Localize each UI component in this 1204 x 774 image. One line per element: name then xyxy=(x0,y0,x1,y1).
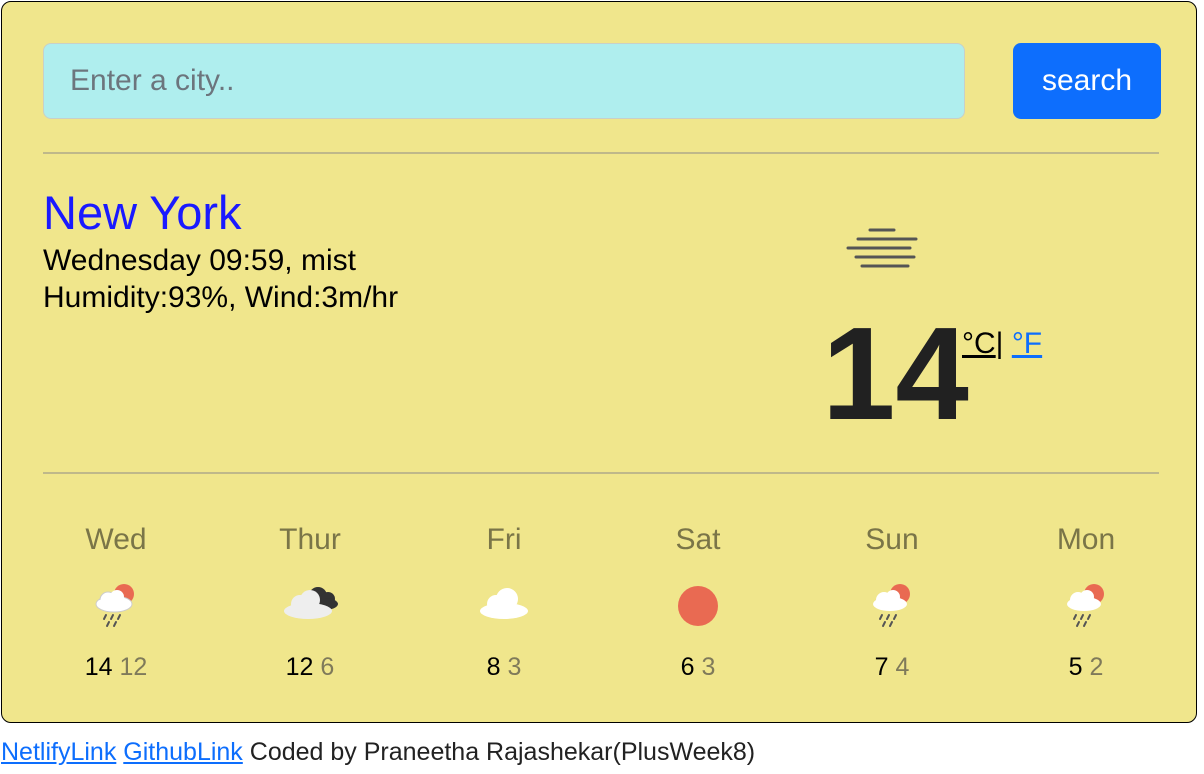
city-search-input[interactable] xyxy=(43,43,965,119)
forecast-day-name: Sun xyxy=(865,523,919,556)
forecast-day-name: Fri xyxy=(486,523,522,556)
netlify-link[interactable]: NetlifyLink xyxy=(1,738,116,766)
forecast-day-name: Mon xyxy=(1056,523,1116,556)
humidity-wind: Humidity:93%, Wind:3m/hr xyxy=(43,281,399,314)
github-link[interactable]: GithubLink xyxy=(123,738,243,766)
cloud-icon xyxy=(480,588,528,619)
city-name: New York xyxy=(43,186,242,239)
forecast-min: 2 xyxy=(1089,653,1104,681)
forecast-day: Wed 14 12 xyxy=(26,516,206,696)
top-divider xyxy=(43,152,1159,154)
forecast-day-name: Thur xyxy=(279,523,341,556)
current-temperature: 14 xyxy=(822,300,969,447)
weather-card: search New York Wednesday 09:59, mist Hu… xyxy=(1,1,1197,723)
forecast-temps: 5 2 xyxy=(996,652,1176,682)
sun-icon xyxy=(678,586,718,626)
forecast-temps: 14 12 xyxy=(26,652,206,682)
search-button[interactable]: search xyxy=(1013,43,1161,119)
footer-credit: Coded by Praneetha Rajashekar(PlusWeek8) xyxy=(249,738,756,766)
forecast-min: 3 xyxy=(507,653,522,681)
rain-sun-icon xyxy=(1067,584,1104,627)
forecast-day: Mon 5 2 xyxy=(996,516,1176,696)
forecast-day: Thur 12 6 xyxy=(220,516,400,696)
rain-sun-icon xyxy=(873,584,910,627)
forecast-min: 3 xyxy=(701,653,716,681)
forecast-day: Sat 6 3 xyxy=(608,516,788,696)
forecast-day-name: Wed xyxy=(85,523,147,556)
forecast-max: 7 xyxy=(874,653,889,681)
forecast-min: 4 xyxy=(895,653,910,681)
day-time-description: Wednesday 09:59, mist xyxy=(43,244,356,277)
forecast-min: 6 xyxy=(320,653,335,681)
forecast-max: 8 xyxy=(486,653,501,681)
forecast-divider xyxy=(43,472,1159,474)
forecast-temps: 8 3 xyxy=(414,652,594,682)
forecast-min: 12 xyxy=(119,653,148,681)
forecast-max: 5 xyxy=(1068,653,1083,681)
footer: NetlifyLink GithubLink Coded by Praneeth… xyxy=(1,737,755,767)
fahrenheit-link[interactable]: °F xyxy=(1012,327,1042,360)
forecast-day: Fri 8 3 xyxy=(414,516,594,696)
forecast-max: 14 xyxy=(84,653,113,681)
forecast-max: 6 xyxy=(680,653,695,681)
forecast-day: Sun 7 4 xyxy=(802,516,982,696)
forecast-temps: 7 4 xyxy=(802,652,982,682)
forecast-max: 12 xyxy=(285,653,314,681)
broken-clouds-icon xyxy=(284,587,338,619)
unit-separator: | xyxy=(995,327,1004,360)
mist-icon xyxy=(846,228,918,268)
forecast-temps: 6 3 xyxy=(608,652,788,682)
celsius-link[interactable]: °C xyxy=(962,327,996,360)
forecast-day-name: Sat xyxy=(675,523,721,556)
unit-toggle: °C| °F xyxy=(962,324,1042,364)
forecast-temps: 12 6 xyxy=(220,652,400,682)
rain-sun-icon xyxy=(95,584,134,627)
